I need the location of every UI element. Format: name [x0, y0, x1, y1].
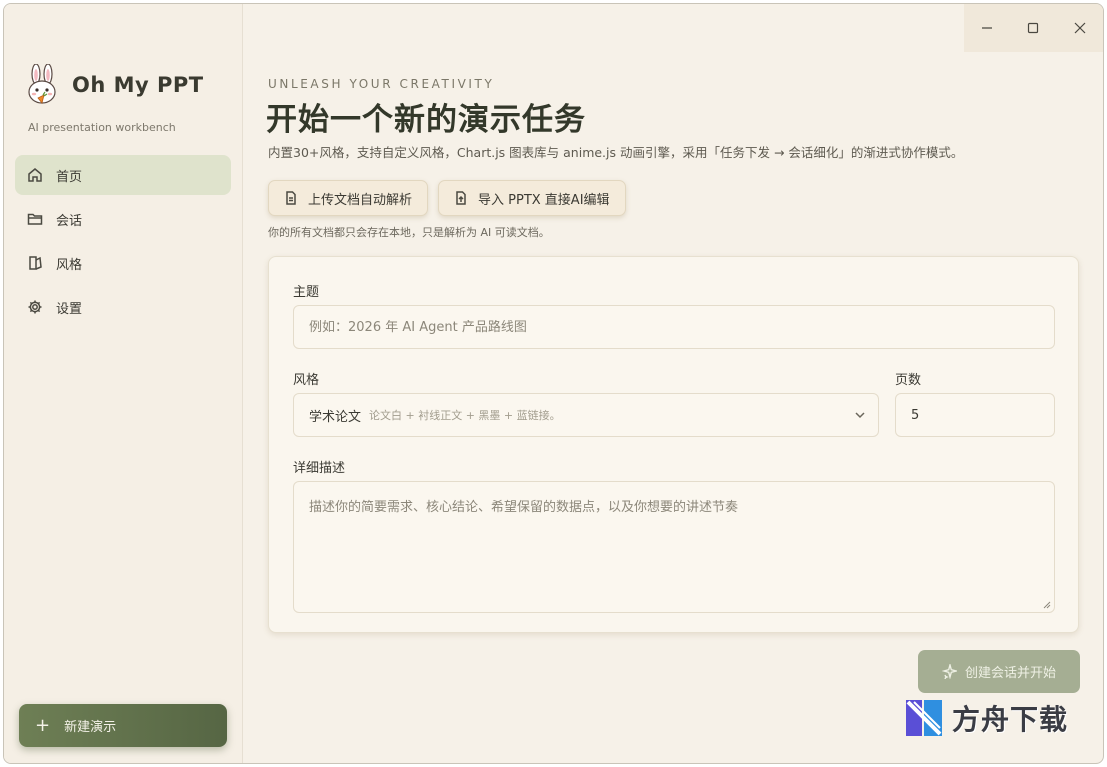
style-selected-value: 学术论文	[309, 409, 362, 425]
app-window: Oh My PPT AI presentation workbench 首页 会…	[3, 3, 1104, 764]
sidebar-item-home[interactable]: 首页	[15, 155, 231, 195]
style-label: 风格	[293, 373, 320, 388]
sidebar-nav: 首页 会话 风格 设置	[15, 155, 231, 331]
upload-document-button[interactable]: 上传文档自动解析	[268, 180, 429, 216]
folder-icon	[27, 213, 43, 225]
document-icon	[286, 191, 296, 205]
resize-grip-icon[interactable]	[1043, 601, 1051, 609]
main-content: UNLEASH YOUR CREATIVITY 开始一个新的演示任务 内置30+…	[244, 4, 1103, 763]
watermark-text: 方舟下载	[952, 703, 1069, 736]
import-pptx-button[interactable]: 导入 PPTX 直接AI编辑	[438, 180, 626, 216]
page-subtitle: 内置30+风格，支持自定义风格，Chart.js 图表库与 anime.js 动…	[268, 145, 964, 160]
sidebar-item-label: 会话	[56, 213, 83, 229]
create-session-label: 创建会话并开始	[964, 666, 1056, 681]
style-description: 论文白 + 衬线正文 + 黑墨 + 蓝链接。	[369, 409, 561, 422]
brand: Oh My PPT	[24, 64, 204, 106]
gear-icon	[28, 300, 42, 314]
sidebar-item-styles[interactable]: 风格	[15, 243, 231, 283]
create-session-button[interactable]: 创建会话并开始	[918, 650, 1080, 693]
chevron-down-icon	[855, 412, 865, 419]
description-field[interactable]	[293, 481, 1055, 613]
upload-document-label: 上传文档自动解析	[308, 192, 413, 208]
new-presentation-label: 新建演示	[64, 720, 117, 735]
topic-input[interactable]	[309, 319, 1054, 335]
sidebar-item-label: 设置	[56, 301, 83, 317]
sidebar-item-settings[interactable]: 设置	[15, 287, 231, 327]
sidebar-item-label: 首页	[56, 169, 83, 185]
sparkle-icon	[941, 664, 957, 679]
page-title: 开始一个新的演示任务	[266, 102, 586, 138]
app-tagline: AI presentation workbench	[28, 121, 176, 134]
new-presentation-button[interactable]: + 新建演示	[19, 704, 227, 747]
task-form-card: 主题 风格 学术论文 论文白 + 衬线正文 + 黑墨 + 蓝链接。 页数 详细描…	[268, 256, 1079, 633]
style-select[interactable]: 学术论文 论文白 + 衬线正文 + 黑墨 + 蓝链接。	[293, 393, 879, 437]
pages-label: 页数	[895, 373, 922, 388]
topic-field[interactable]	[293, 305, 1055, 349]
bunny-logo-icon	[28, 64, 56, 104]
action-buttons: 上传文档自动解析 导入 PPTX 直接AI编辑	[268, 180, 626, 216]
plus-icon: +	[35, 714, 51, 736]
sidebar: Oh My PPT AI presentation workbench 首页 会…	[4, 4, 243, 763]
home-icon	[28, 168, 42, 182]
description-textarea[interactable]	[309, 496, 1039, 596]
pages-field[interactable]	[895, 393, 1055, 437]
file-upload-icon	[456, 191, 466, 205]
pages-input[interactable]	[911, 407, 1054, 423]
storage-note: 你的所有文档都只会存在本地，只是解析为 AI 可读文档。	[268, 226, 550, 239]
eyebrow-text: UNLEASH YOUR CREATIVITY	[268, 77, 495, 91]
app-name: Oh My PPT	[72, 73, 204, 97]
sidebar-item-label: 风格	[56, 257, 83, 273]
watermark-logo-icon	[906, 700, 942, 736]
sidebar-item-sessions[interactable]: 会话	[15, 199, 231, 239]
style-icon	[29, 256, 42, 270]
import-pptx-label: 导入 PPTX 直接AI编辑	[478, 192, 610, 208]
watermark: 方舟下载	[904, 698, 1068, 738]
description-label: 详细描述	[293, 461, 346, 476]
topic-label: 主题	[293, 285, 320, 300]
